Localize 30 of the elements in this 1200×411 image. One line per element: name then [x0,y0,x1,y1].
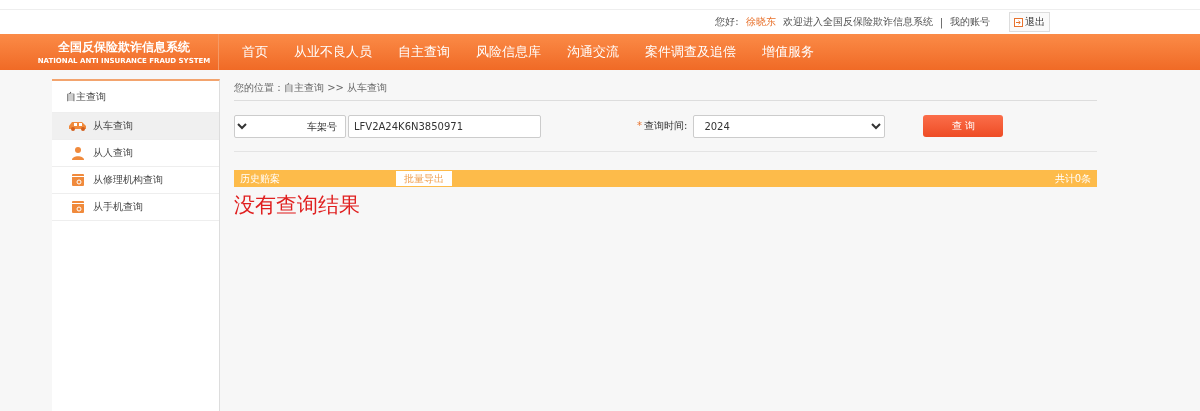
result-count: 共计0条 [1054,171,1091,186]
empty-result-message: 没有查询结果 [234,192,360,219]
car-icon [68,121,88,131]
greeting-text: 您好: [715,15,739,29]
logo-title: 全国反保险欺诈信息系统 [58,39,190,56]
logout-icon [1014,17,1023,27]
nav-item[interactable]: 自主查询 [385,43,463,61]
user-name: 徐晓东 [745,15,776,29]
account-link[interactable]: 我的账号 [950,15,990,29]
person-icon [71,146,85,160]
nav-item[interactable]: 从业不良人员 [281,43,385,61]
sidebar-item[interactable]: 从车查询 [52,113,219,140]
breadcrumb-text: 您的位置：自主查询 >> 从车查询 [234,79,1097,101]
export-button[interactable]: 批量导出 [396,171,452,186]
nav-item[interactable]: 首页 [229,43,281,61]
query-time-label: * 查询时间: [637,119,688,133]
vin-input-field[interactable]: LFV2A24K6N3850971 [348,114,541,138]
separator-text: | [939,16,943,28]
nav-item[interactable]: 沟通交流 [554,43,632,61]
search-button[interactable]: 查 询 [923,115,1004,137]
logout-button[interactable]: 退出 [1009,12,1050,32]
card-icon [72,174,84,186]
nav-item[interactable]: 案件调查及追偿 [632,43,749,61]
type-select[interactable]: 车架号 [234,114,346,138]
nav-item[interactable]: 风险信息库 [463,43,554,61]
nav-item[interactable]: 增值服务 [749,43,827,61]
card-icon [72,201,84,213]
welcome-text: 欢迎进入全国反保险欺诈信息系统 [782,15,933,29]
year-select[interactable]: 2024 [693,114,886,138]
results-title: 历史赔案 [240,171,280,186]
